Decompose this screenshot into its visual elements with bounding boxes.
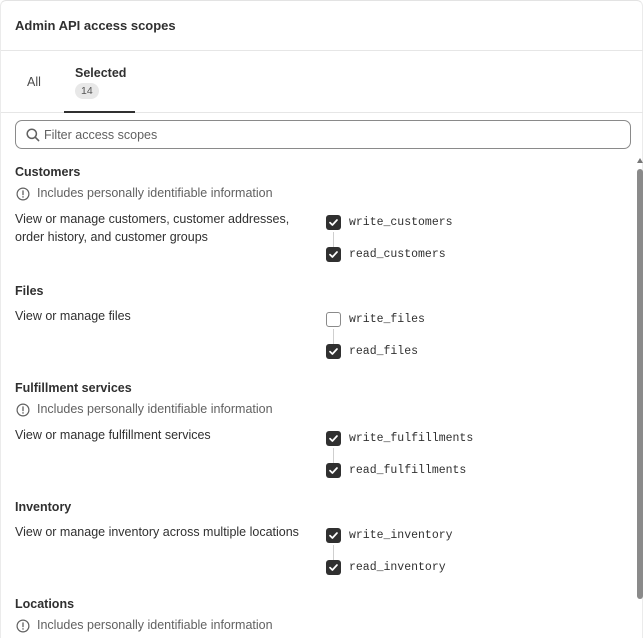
section-title-locations: Locations (15, 597, 75, 611)
checkbox-write-fulfillments[interactable] (326, 431, 341, 446)
info-icon (16, 187, 30, 201)
scope-name: write_files (349, 313, 425, 326)
info-icon (16, 619, 30, 633)
checkbox-read-inventory[interactable] (326, 560, 341, 575)
access-scopes-panel: Admin API access scopes All Selected 14 … (0, 0, 643, 638)
scope-name: read_files (349, 345, 419, 358)
checkmark-icon (329, 435, 338, 442)
panel-title: Admin API access scopes (15, 18, 176, 33)
selected-count-badge: 14 (75, 83, 99, 99)
tab-selected[interactable]: Selected 14 (64, 51, 135, 113)
scope-connector (333, 232, 334, 247)
scope-name: read_inventory (349, 561, 446, 574)
section-title-customers: Customers (15, 165, 81, 179)
scope-connector (333, 329, 334, 344)
scope-name: read_customers (349, 248, 446, 261)
pii-notice-text: Includes personally identifiable informa… (37, 618, 273, 632)
scope-connector (333, 545, 334, 560)
checkmark-icon (329, 348, 338, 355)
section-title-files: Files (15, 284, 44, 298)
section-title-fulfillment-services: Fulfillment services (15, 381, 132, 395)
section-description-inventory: View or manage inventory across multiple… (15, 525, 299, 539)
checkbox-read-fulfillments[interactable] (326, 463, 341, 478)
pii-notice-text: Includes personally identifiable informa… (37, 402, 273, 416)
section-description-files: View or manage files (15, 309, 131, 323)
checkbox-write-files[interactable] (326, 312, 341, 327)
scope-name: read_fulfillments (349, 464, 467, 477)
checkmark-icon (329, 467, 338, 474)
scope-name: write_customers (349, 216, 453, 229)
tab-all-label: All (27, 75, 41, 89)
checkmark-icon (329, 251, 338, 258)
tab-all[interactable]: All (16, 51, 52, 112)
checkmark-icon (329, 532, 338, 539)
pii-notice-text: Includes personally identifiable informa… (37, 186, 273, 200)
checkbox-read-files[interactable] (326, 344, 341, 359)
section-description-customers: View or manage customers, customer addre… (15, 212, 290, 244)
scrollbar-up-arrow[interactable] (637, 158, 643, 163)
scope-tabs: All Selected 14 (1, 51, 643, 113)
checkbox-read-customers[interactable] (326, 247, 341, 262)
scope-name: write_fulfillments (349, 432, 474, 445)
search-icon (26, 128, 40, 142)
scrollbar-thumb[interactable] (637, 169, 643, 599)
section-description-fulfillment-services: View or manage fulfillment services (15, 428, 211, 442)
checkbox-write-inventory[interactable] (326, 528, 341, 543)
filter-search-box[interactable] (15, 120, 631, 149)
checkmark-icon (329, 564, 338, 571)
scope-connector (333, 448, 334, 463)
section-title-inventory: Inventory (15, 500, 72, 514)
filter-scopes-input[interactable] (44, 125, 614, 144)
scope-name: write_inventory (349, 529, 453, 542)
panel-header: Admin API access scopes (1, 1, 643, 51)
info-icon (16, 403, 30, 417)
checkbox-write-customers[interactable] (326, 215, 341, 230)
checkmark-icon (329, 219, 338, 226)
tab-selected-label: Selected (75, 66, 127, 80)
